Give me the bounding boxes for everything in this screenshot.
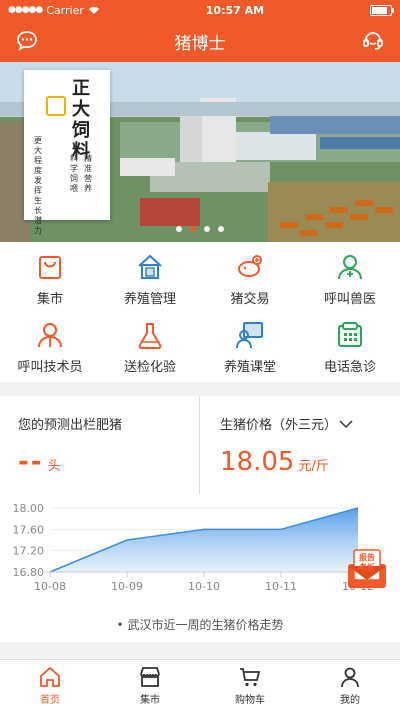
menu-label: 呼叫兽医 — [323, 291, 376, 307]
poster-slogan-3: 更大程度发挥生长潜力 — [34, 136, 42, 235]
price-card: 您的预测出栏肥猪 -- 头 生猪价格（外三元） 18.05 元/斤 18.00 17.… — [0, 396, 400, 642]
y-tick-label: 18.00 — [13, 502, 45, 515]
forecast-value: -- 头 — [18, 447, 61, 477]
menu-label: 呼叫技术员 — [17, 359, 83, 375]
menu-label: 养殖管理 — [123, 291, 176, 307]
chart-caption: • 武汉市近一周的生猪价格走势 — [116, 618, 284, 632]
price-summary: 您的预测出栏肥猪 -- 头 生猪价格（外三元） 18.05 元/斤 — [0, 396, 400, 494]
brand-logo-icon — [46, 96, 66, 116]
pager-dot[interactable] — [218, 226, 224, 232]
tab-home[interactable]: 首页 — [0, 660, 100, 710]
tab-label: 购物车 — [235, 694, 265, 706]
tab-label: 首页 — [40, 694, 60, 706]
y-tick-label: 17.60 — [13, 523, 45, 536]
technician-icon — [38, 322, 62, 347]
chat-bubble-icon[interactable] — [14, 28, 40, 54]
menu-item-call-technician[interactable]: 呼叫技术员 — [0, 316, 100, 378]
price-trend-svg: 18.00 17.60 17.20 16.8010-08 10-09 10-10 10-11… — [13, 502, 374, 593]
top-bar: ●●●●● Carrier 10:57 AM 猪博士 — [0, 0, 400, 62]
poster-slogan-2: 科学饲喂 — [70, 154, 78, 193]
menu-item-lab-test[interactable]: 送检化验 — [100, 316, 200, 378]
price-area — [50, 508, 358, 572]
poster-slogan-1: 精准营养 — [84, 154, 92, 193]
banner-poster: 正 大 饲 料 精准营养 科学饲喂 更大程度发挥生长潜力 — [24, 70, 110, 235]
menu-label: 电话急诊 — [323, 359, 376, 375]
tab-bar: 首页 集市 购物车 我的 — [0, 659, 400, 710]
flask-icon — [138, 322, 162, 349]
vet-icon — [338, 254, 362, 279]
chevron-down-icon[interactable] — [339, 419, 353, 429]
report-badge-label: 报告老板 — [359, 553, 375, 572]
feature-menu: 集市 养殖管理 猪交易 呼叫兽医 呼叫技术员 送检化验 养殖课堂 电话急诊 — [0, 242, 400, 382]
price-trend-chart: 18.00 17.60 17.20 16.80 10-08 10-09 10-10 10-11… — [0, 494, 400, 614]
menu-label: 养殖课堂 — [223, 359, 276, 375]
tab-label: 集市 — [140, 694, 160, 706]
menu-item-farm-management[interactable]: 养殖管理 — [100, 248, 200, 310]
pager-dot[interactable] — [190, 226, 196, 232]
pager-dot[interactable] — [176, 226, 182, 232]
tab-market[interactable]: 集市 — [100, 660, 200, 710]
cart-icon — [240, 667, 261, 686]
menu-item-pig-trade[interactable]: 猪交易 — [200, 248, 300, 310]
price-label: 生猪价格（外三元） — [220, 414, 400, 433]
carrier-label: Carrier — [46, 3, 84, 17]
battery-icon — [369, 4, 394, 16]
signal-icon: ●●●●● — [8, 5, 43, 15]
report-boss-button[interactable]: 报告老板 — [344, 548, 390, 592]
menu-label: 送检化验 — [123, 359, 176, 375]
price-panel[interactable]: 生猪价格（外三元） 18.05 元/斤 — [200, 396, 400, 494]
customer-service-icon[interactable] — [360, 28, 386, 54]
page-title: 猪博士 — [174, 33, 226, 54]
profile-icon — [341, 667, 359, 687]
header: 猪博士 — [0, 20, 400, 62]
menu-label: 猪交易 — [230, 291, 270, 307]
y-tick-label: 16.80 — [13, 566, 45, 579]
tab-label: 我的 — [340, 694, 360, 706]
store-icon — [140, 666, 160, 687]
app: ●●●●● Carrier 10:57 AM 猪博士 正 大 饲 料 精准营养 … — [0, 0, 400, 710]
classroom-icon — [236, 321, 263, 348]
forecast-label: 您的预测出栏肥猪 — [18, 418, 123, 433]
house-doc-icon — [138, 254, 162, 279]
x-tick-label: 10-09 — [111, 580, 143, 593]
wifi-icon — [88, 6, 99, 14]
menu-label: 集市 — [36, 291, 63, 307]
menu-item-classroom[interactable]: 养殖课堂 — [200, 316, 300, 378]
tab-mine[interactable]: 我的 — [300, 660, 400, 710]
menu-item-market[interactable]: 集市 — [0, 248, 100, 310]
x-tick-label: 10-08 — [34, 580, 66, 593]
status-bar: ●●●●● Carrier 10:57 AM — [0, 0, 400, 20]
telephone-icon — [338, 321, 362, 347]
y-tick-label: 17.20 — [13, 545, 45, 558]
carousel-pager[interactable] — [0, 226, 400, 232]
home-icon — [40, 666, 60, 687]
shopping-bag-icon — [39, 255, 61, 279]
tab-cart[interactable]: 购物车 — [200, 660, 300, 710]
pager-dot[interactable] — [204, 226, 210, 232]
pig-icon — [238, 254, 262, 277]
banner-carousel[interactable]: 正 大 饲 料 精准营养 科学饲喂 更大程度发挥生长潜力 — [0, 62, 400, 242]
menu-item-phone-emergency[interactable]: 电话急诊 — [300, 316, 400, 378]
x-tick-label: 10-10 — [188, 580, 220, 593]
x-tick-label: 10-11 — [265, 580, 297, 593]
forecast-panel[interactable]: 您的预测出栏肥猪 -- 头 — [0, 396, 200, 494]
menu-item-call-vet[interactable]: 呼叫兽医 — [300, 248, 400, 310]
poster-brand: 正 大 饲 料 — [72, 78, 90, 162]
status-time: 10:57 AM — [205, 3, 265, 17]
price-value: 18.05 元/斤 — [220, 447, 329, 477]
